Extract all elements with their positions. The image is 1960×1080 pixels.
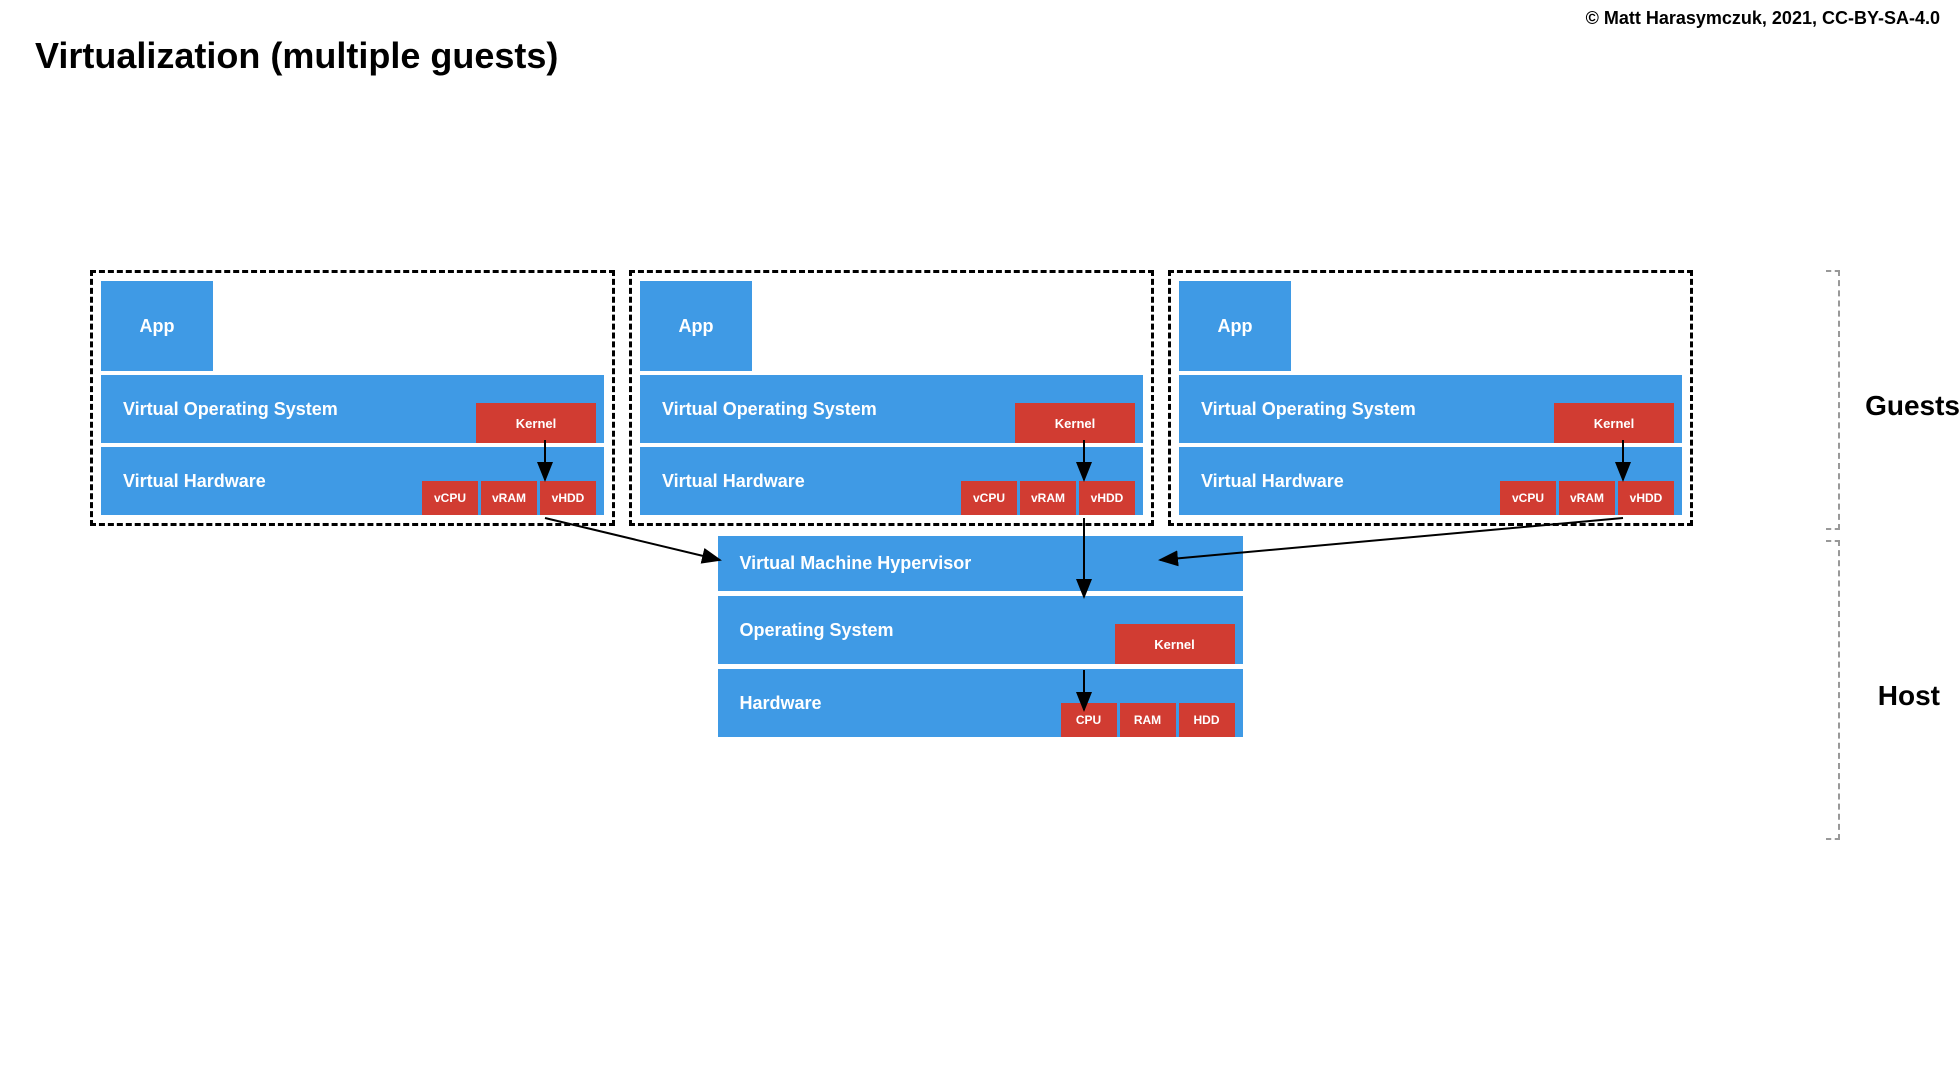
virtual-os-label: Virtual Operating System	[662, 399, 877, 420]
vram-chip: vRAM	[1559, 481, 1615, 515]
copyright-text: © Matt Harasymczuk, 2021, CC-BY-SA-4.0	[1586, 8, 1940, 29]
vcpu-chip: vCPU	[1500, 481, 1556, 515]
virtual-hardware-label: Virtual Hardware	[662, 471, 805, 492]
bracket-guests	[1826, 270, 1840, 530]
hdd-chip: HDD	[1179, 703, 1235, 737]
vcpu-chip: vCPU	[961, 481, 1017, 515]
guest-vm-1: App Virtual Operating System Kernel Virt…	[90, 270, 615, 526]
host-stack: Virtual Machine Hypervisor Operating Sys…	[718, 536, 1243, 737]
virtual-hardware-layer: Virtual Hardware vCPU vRAM vHDD	[1179, 447, 1682, 515]
virtual-hardware-layer: Virtual Hardware vCPU vRAM vHDD	[640, 447, 1143, 515]
vram-chip: vRAM	[481, 481, 537, 515]
virtualization-diagram: App Virtual Operating System Kernel Virt…	[90, 270, 1870, 737]
virtual-hw-chips: vCPU vRAM vHDD	[422, 481, 596, 515]
host-kernel-box: Kernel	[1115, 624, 1235, 664]
host-hardware-layer: Hardware CPU RAM HDD	[718, 669, 1243, 737]
host-hw-chips: CPU RAM HDD	[1061, 703, 1235, 737]
bracket-host	[1826, 540, 1840, 840]
hypervisor-layer: Virtual Machine Hypervisor	[718, 536, 1243, 591]
guest-vm-2: App Virtual Operating System Kernel Virt…	[629, 270, 1154, 526]
kernel-box: Kernel	[1554, 403, 1674, 443]
virtual-os-layer: Virtual Operating System Kernel	[640, 375, 1143, 443]
virtual-hardware-layer: Virtual Hardware vCPU vRAM vHDD	[101, 447, 604, 515]
virtual-os-label: Virtual Operating System	[1201, 399, 1416, 420]
host-hardware-label: Hardware	[740, 693, 822, 714]
label-host: Host	[1878, 680, 1940, 712]
ram-chip: RAM	[1120, 703, 1176, 737]
virtual-hw-chips: vCPU vRAM vHDD	[1500, 481, 1674, 515]
label-guests: Guests	[1865, 390, 1960, 422]
host-os-layer: Operating System Kernel	[718, 596, 1243, 664]
cpu-chip: CPU	[1061, 703, 1117, 737]
vhdd-chip: vHDD	[1079, 481, 1135, 515]
app-row: App	[640, 281, 1143, 371]
kernel-box: Kernel	[1015, 403, 1135, 443]
app-row: App	[101, 281, 604, 371]
app-box: App	[101, 281, 213, 371]
kernel-box: Kernel	[476, 403, 596, 443]
virtual-hw-chips: vCPU vRAM vHDD	[961, 481, 1135, 515]
host-os-label: Operating System	[740, 620, 894, 641]
virtual-os-layer: Virtual Operating System Kernel	[1179, 375, 1682, 443]
virtual-os-layer: Virtual Operating System Kernel	[101, 375, 604, 443]
guest-vm-3: App Virtual Operating System Kernel Virt…	[1168, 270, 1693, 526]
virtual-hardware-label: Virtual Hardware	[1201, 471, 1344, 492]
virtual-hardware-label: Virtual Hardware	[123, 471, 266, 492]
vhdd-chip: vHDD	[1618, 481, 1674, 515]
vram-chip: vRAM	[1020, 481, 1076, 515]
diagram-title: Virtualization (multiple guests)	[35, 35, 558, 77]
app-box: App	[640, 281, 752, 371]
virtual-os-label: Virtual Operating System	[123, 399, 338, 420]
guests-row: App Virtual Operating System Kernel Virt…	[90, 270, 1870, 526]
vhdd-chip: vHDD	[540, 481, 596, 515]
hypervisor-label: Virtual Machine Hypervisor	[740, 553, 972, 574]
app-row: App	[1179, 281, 1682, 371]
vcpu-chip: vCPU	[422, 481, 478, 515]
app-box: App	[1179, 281, 1291, 371]
